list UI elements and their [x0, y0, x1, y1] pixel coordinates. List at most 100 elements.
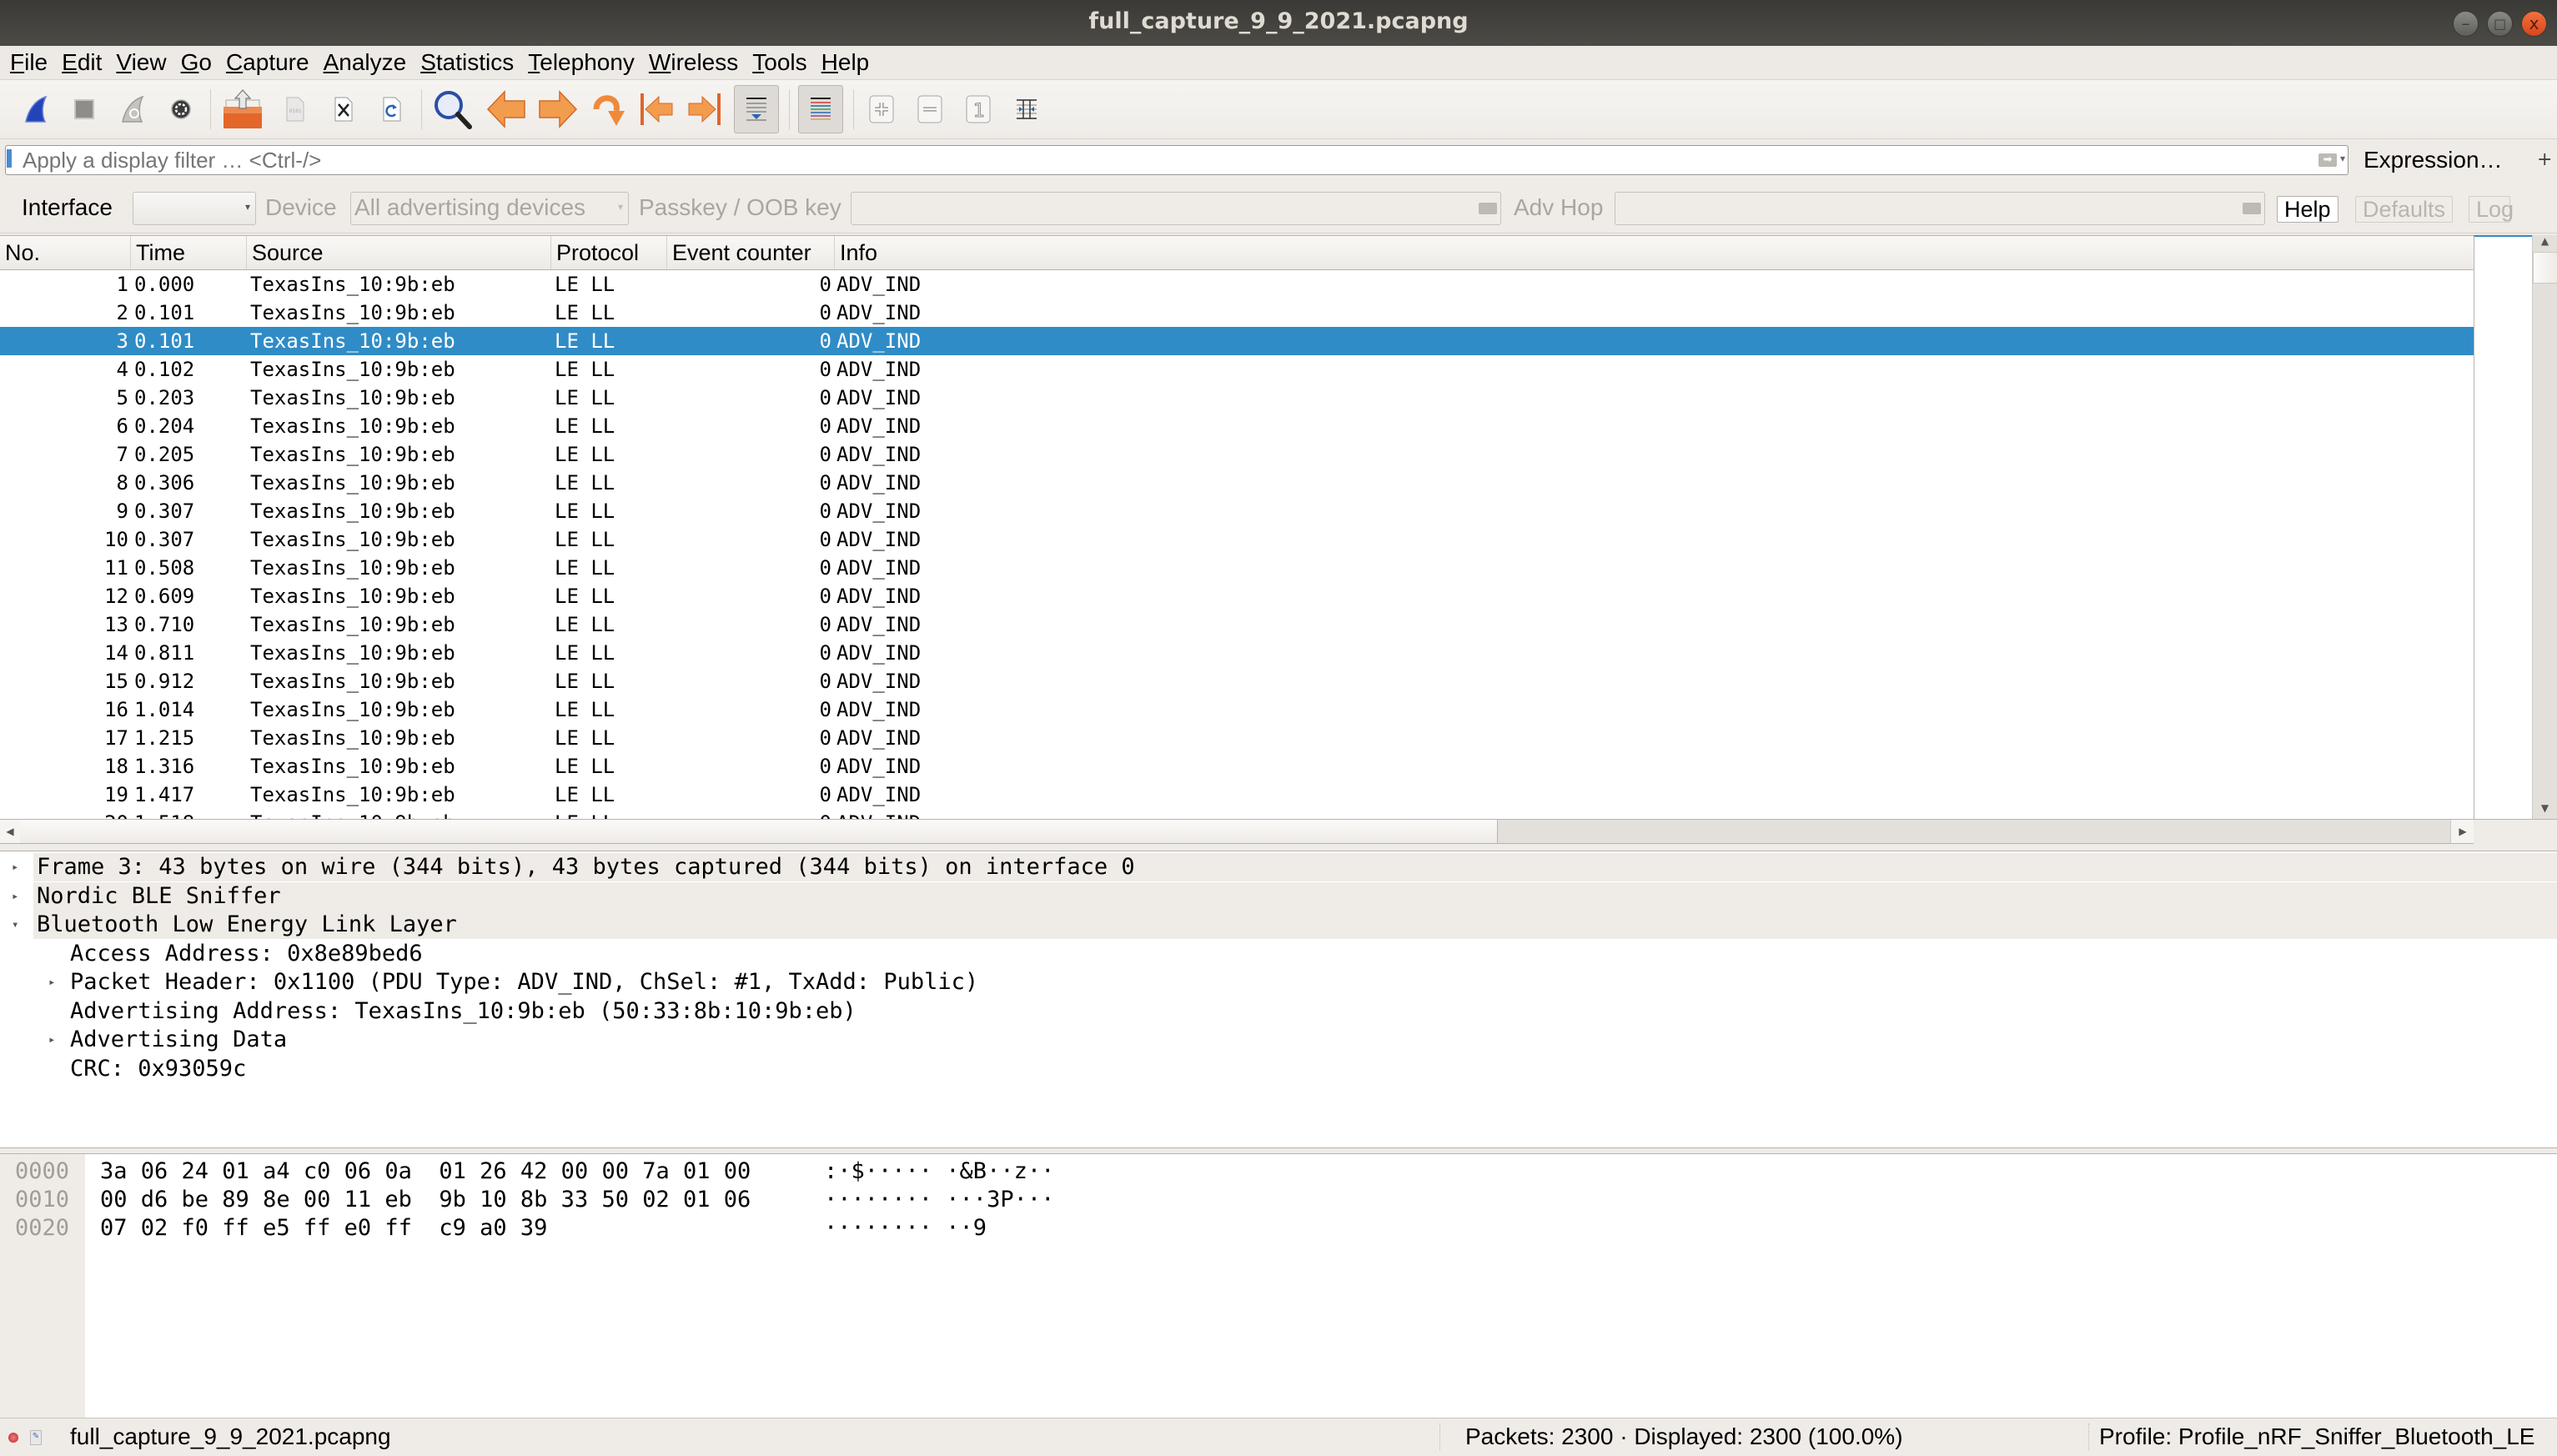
packet-row[interactable]: 12 0.609 TexasIns_10:9b:eb LE LL 0 ADV_IND	[0, 582, 2474, 610]
capture-options-button[interactable]	[162, 90, 200, 128]
byte-ascii[interactable]: ········ ··9	[824, 1214, 987, 1243]
packet-row[interactable]: 2 0.101 TexasIns_10:9b:eb LE LL 0 ADV_IND	[0, 299, 2474, 327]
close-file-button[interactable]	[324, 90, 363, 128]
packet-row[interactable]: 14 0.811 TexasIns_10:9b:eb LE LL 0 ADV_IND	[0, 639, 2474, 667]
normal-size-button[interactable]: 1	[959, 90, 997, 128]
collapse-arrow-icon[interactable]: ▾	[12, 911, 18, 939]
column-header-info[interactable]: Info	[835, 236, 2474, 269]
open-file-button[interactable]	[219, 89, 266, 128]
zoom-in-button[interactable]	[862, 90, 901, 128]
packet-row[interactable]: 7 0.205 TexasIns_10:9b:eb LE LL 0 ADV_IND	[0, 440, 2474, 469]
packet-row[interactable]: 8 0.306 TexasIns_10:9b:eb LE LL 0 ADV_IND	[0, 469, 2474, 497]
resize-columns-button[interactable]	[1007, 90, 1046, 128]
expand-arrow-icon[interactable]: ▸	[48, 968, 55, 997]
save-file-button[interactable]: 0101	[276, 90, 314, 128]
maximize-button[interactable]: □	[2487, 11, 2513, 37]
packet-list-horizontal-scrollbar[interactable]: ◀ ▶	[0, 819, 2474, 844]
menu-view[interactable]: View	[116, 49, 166, 76]
detail-tree-item[interactable]: ▸ Frame 3: 43 bytes on wire (344 bits), 4…	[12, 853, 2557, 881]
stop-capture-button[interactable]	[65, 90, 103, 128]
menu-file[interactable]: File	[10, 49, 48, 76]
packet-row[interactable]: 10 0.307 TexasIns_10:9b:eb LE LL 0 ADV_IND	[0, 525, 2474, 554]
detail-tree-item[interactable]: Advertising Address: TexasIns_10:9b:eb (…	[0, 997, 2557, 1026]
filter-history-dropdown-icon[interactable]: ▾	[2340, 153, 2345, 164]
menu-statistics[interactable]: Statistics	[420, 49, 514, 76]
reload-file-button[interactable]	[373, 90, 411, 128]
scroll-down-icon[interactable]: ▼	[2533, 802, 2557, 819]
defaults-button[interactable]: Defaults	[2355, 196, 2454, 223]
scroll-thumb[interactable]	[2533, 252, 2557, 284]
start-capture-button[interactable]	[17, 90, 55, 128]
byte-hex[interactable]: 07 02 f0 ff e5 ff e0 ff c9 a0 39	[100, 1214, 547, 1243]
packet-row[interactable]: 5 0.203 TexasIns_10:9b:eb LE LL 0 ADV_IND	[0, 384, 2474, 412]
detail-tree-item[interactable]: ▸ Packet Header: 0x1100 (PDU Type: ADV_IN…	[0, 968, 2557, 997]
column-header-event-counter[interactable]: Event counter	[667, 236, 835, 269]
scroll-left-icon[interactable]: ◀	[0, 820, 21, 843]
packet-row[interactable]: 9 0.307 TexasIns_10:9b:eb LE LL 0 ADV_IND	[0, 497, 2474, 525]
passkey-input[interactable]	[851, 192, 1501, 225]
packet-row[interactable]: 19 1.417 TexasIns_10:9b:eb LE LL 0 ADV_IND	[0, 781, 2474, 809]
colorize-toggle[interactable]	[798, 85, 843, 133]
menu-edit[interactable]: Edit	[62, 49, 102, 76]
packet-minimap[interactable]	[2474, 235, 2532, 819]
detail-tree-item[interactable]: CRC: 0x93059c	[0, 1055, 2557, 1083]
column-header-no[interactable]: No.	[0, 236, 131, 269]
scroll-right-icon[interactable]: ▶	[2450, 820, 2474, 843]
interface-select[interactable]: ▾	[133, 192, 256, 225]
go-to-packet-button[interactable]	[589, 90, 627, 128]
display-filter-input[interactable]	[5, 145, 2349, 175]
adv-hop-input[interactable]	[1615, 192, 2265, 225]
log-button[interactable]: Log	[2469, 196, 2514, 223]
packet-row[interactable]: 11 0.508 TexasIns_10:9b:eb LE LL 0 ADV_IND	[0, 554, 2474, 582]
scroll-up-icon[interactable]: ▲	[2533, 235, 2557, 252]
expand-arrow-icon[interactable]: ▸	[12, 882, 18, 911]
byte-hex[interactable]: 3a 06 24 01 a4 c0 06 0a 01 26 42 00 00 7…	[100, 1157, 751, 1186]
packet-row[interactable]: 17 1.215 TexasIns_10:9b:eb LE LL 0 ADV_IND	[0, 724, 2474, 752]
close-button[interactable]: x	[2521, 11, 2547, 37]
add-filter-button[interactable]: +	[2537, 149, 2552, 170]
byte-ascii[interactable]: :·$····· ·&B··z··	[824, 1157, 1054, 1186]
status-profile[interactable]: Profile: Profile_nRF_Sniffer_Bluetooth_L…	[2088, 1423, 2534, 1450]
packet-row[interactable]: 15 0.912 TexasIns_10:9b:eb LE LL 0 ADV_IND	[0, 667, 2474, 695]
expand-arrow-icon[interactable]: ▸	[12, 853, 18, 881]
go-last-packet-button[interactable]	[686, 90, 724, 128]
byte-hex[interactable]: 00 d6 be 89 8e 00 11 eb 9b 10 8b 33 50 0…	[100, 1186, 751, 1214]
capture-comment-icon[interactable]: ✎	[30, 1430, 42, 1445]
menu-analyze[interactable]: Analyze	[324, 49, 407, 76]
menu-wireless[interactable]: Wireless	[649, 49, 738, 76]
packet-row[interactable]: 6 0.204 TexasIns_10:9b:eb LE LL 0 ADV_IND	[0, 412, 2474, 440]
packet-row[interactable]: 1 0.000 TexasIns_10:9b:eb LE LL 0 ADV_IND	[0, 270, 2474, 299]
go-back-button[interactable]	[485, 90, 527, 128]
packet-row[interactable]: 18 1.316 TexasIns_10:9b:eb LE LL 0 ADV_IND	[0, 752, 2474, 781]
help-button[interactable]: Help	[2277, 196, 2338, 223]
detail-tree-item[interactable]: ▾ Bluetooth Low Energy Link Layer	[12, 911, 2557, 939]
menu-help[interactable]: Help	[821, 49, 870, 76]
horizontal-scroll-thumb[interactable]	[20, 820, 1498, 843]
menu-telephony[interactable]: Telephony	[528, 49, 635, 76]
column-header-time[interactable]: Time	[131, 236, 247, 269]
detail-tree-item[interactable]: ▸ Advertising Data	[0, 1026, 2557, 1054]
column-header-protocol[interactable]: Protocol	[551, 236, 667, 269]
expert-info-icon[interactable]	[8, 1433, 18, 1443]
device-select[interactable]: All advertising devices ▾	[350, 192, 629, 225]
byte-ascii[interactable]: ········ ···3P···	[824, 1186, 1054, 1214]
detail-tree-item[interactable]: ▸ Nordic BLE Sniffer	[12, 881, 2557, 911]
filter-bookmark-icon[interactable]	[7, 149, 12, 168]
packet-list-vertical-scrollbar[interactable]: ▲ ▼	[2532, 235, 2557, 819]
autoscroll-toggle[interactable]	[734, 85, 779, 133]
packet-row[interactable]: 16 1.014 TexasIns_10:9b:eb LE LL 0 ADV_IND	[0, 695, 2474, 724]
zoom-out-button[interactable]	[911, 90, 949, 128]
find-packet-button[interactable]	[430, 90, 475, 129]
column-header-source[interactable]: Source	[247, 236, 551, 269]
minimize-button[interactable]: –	[2453, 11, 2479, 37]
go-forward-button[interactable]	[537, 90, 579, 128]
menu-capture[interactable]: Capture	[226, 49, 309, 76]
packet-row[interactable]: 13 0.710 TexasIns_10:9b:eb LE LL 0 ADV_IND	[0, 610, 2474, 639]
go-first-packet-button[interactable]	[637, 90, 676, 128]
menu-go[interactable]: Go	[181, 49, 212, 76]
expand-arrow-icon[interactable]: ▸	[48, 1026, 55, 1054]
apply-filter-icon[interactable]: ➡	[2318, 153, 2337, 167]
expression-button[interactable]: Expression…	[2364, 147, 2503, 173]
packet-row[interactable]: 3 0.101 TexasIns_10:9b:eb LE LL 0 ADV_IND	[0, 327, 2474, 355]
detail-tree-item[interactable]: Access Address: 0x8e89bed6	[0, 940, 2557, 968]
